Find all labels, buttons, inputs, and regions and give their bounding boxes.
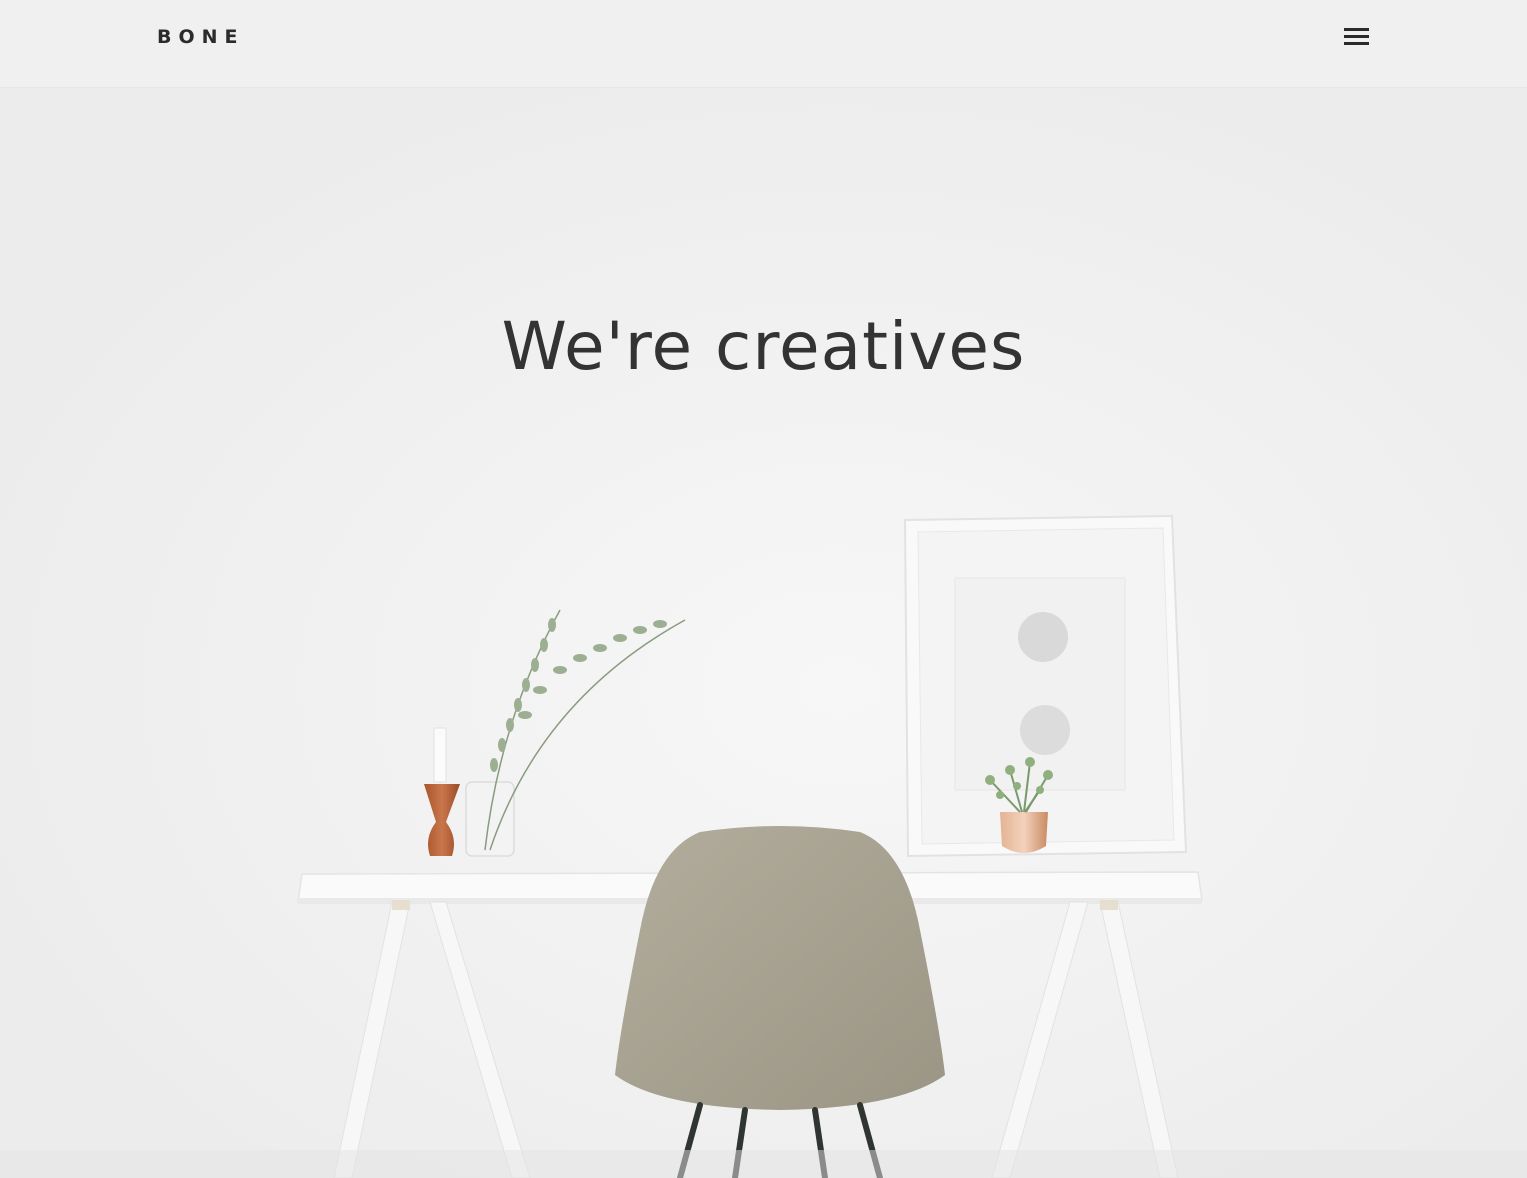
picture-frame xyxy=(903,514,1188,858)
site-header: BONE xyxy=(0,0,1527,88)
hamburger-menu-icon[interactable] xyxy=(1336,20,1376,54)
page: BONE We're creatives xyxy=(0,0,1527,1178)
site-logo[interactable]: BONE xyxy=(157,26,245,48)
hero-background-image xyxy=(0,0,1527,1178)
hero-title: We're creatives xyxy=(501,308,1026,385)
